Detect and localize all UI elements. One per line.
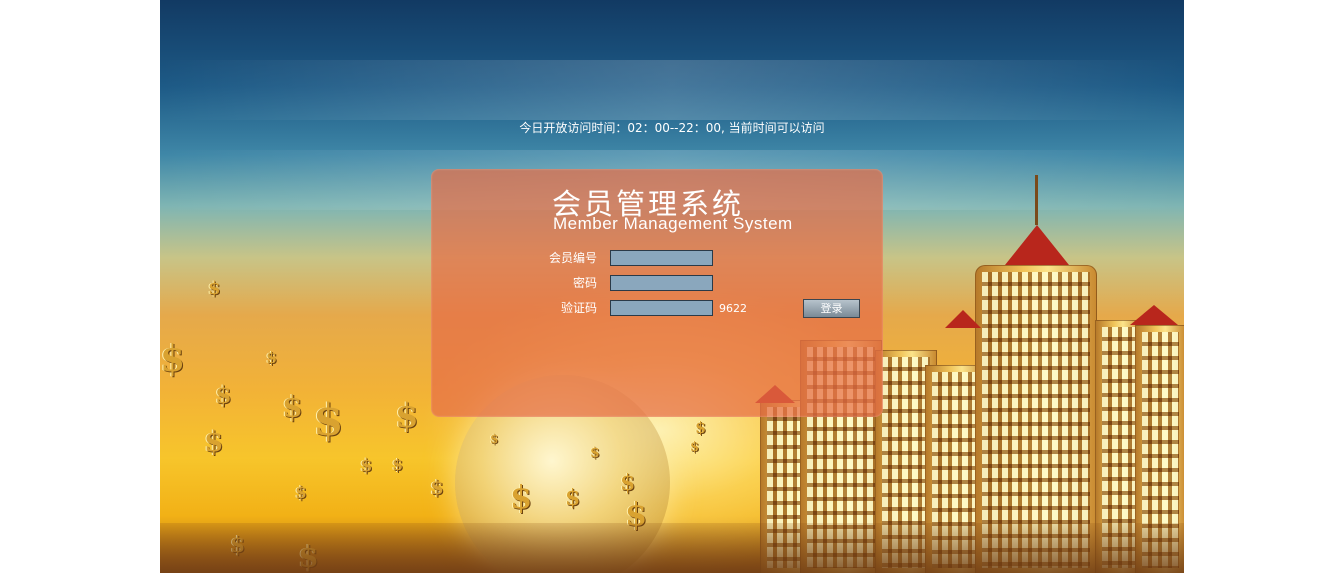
dollar-icon: $ [313, 395, 344, 446]
login-button[interactable]: 登录 [803, 299, 860, 318]
system-title-en: Member Management System [553, 214, 793, 233]
dollar-icon: $ [620, 470, 636, 496]
dollar-icon: $ [510, 478, 533, 516]
member-id-label: 会员编号 [548, 251, 597, 265]
dollar-icon: $ [204, 425, 224, 458]
login-page: $ $ $ $ $ $ $ $ $ $ $ $ $ $ $ $ $ $ $ $ … [0, 0, 1341, 573]
dollar-icon: $ [160, 338, 186, 380]
login-panel: 会员管理系统 Member Management System 会员编号 密码 … [431, 169, 883, 417]
dollar-icon: $ [430, 475, 444, 499]
dollar-icon: $ [215, 380, 232, 409]
dollar-icon: $ [208, 278, 221, 299]
password-input[interactable] [610, 275, 713, 291]
dollar-icon: $ [392, 455, 404, 474]
dollar-icon: $ [590, 445, 600, 461]
captcha-label: 验证码 [560, 301, 597, 315]
building-roof [945, 310, 981, 328]
dollar-icon: $ [490, 432, 499, 446]
member-id-input[interactable] [610, 250, 713, 266]
city-skyline [160, 523, 1184, 573]
dollar-icon: $ [395, 396, 419, 436]
dollar-icon: $ [565, 485, 581, 511]
dollar-icon: $ [282, 390, 303, 425]
building-roof [1130, 305, 1178, 325]
access-time-notice: 今日开放访问时间：02：00--22：00, 当前时间可以访问 [519, 121, 825, 135]
dollar-icon: $ [690, 440, 700, 455]
dollar-icon: $ [266, 348, 278, 367]
dollar-icon: $ [360, 455, 373, 476]
tower-roof [1005, 225, 1069, 265]
cloud-band [160, 60, 1184, 120]
captcha-input[interactable] [610, 300, 713, 316]
dollar-icon: $ [295, 483, 307, 503]
password-label: 密码 [572, 276, 597, 290]
captcha-code: 9622 [719, 302, 747, 315]
tower-spire [1035, 175, 1038, 225]
dollar-icon: $ [695, 418, 707, 437]
